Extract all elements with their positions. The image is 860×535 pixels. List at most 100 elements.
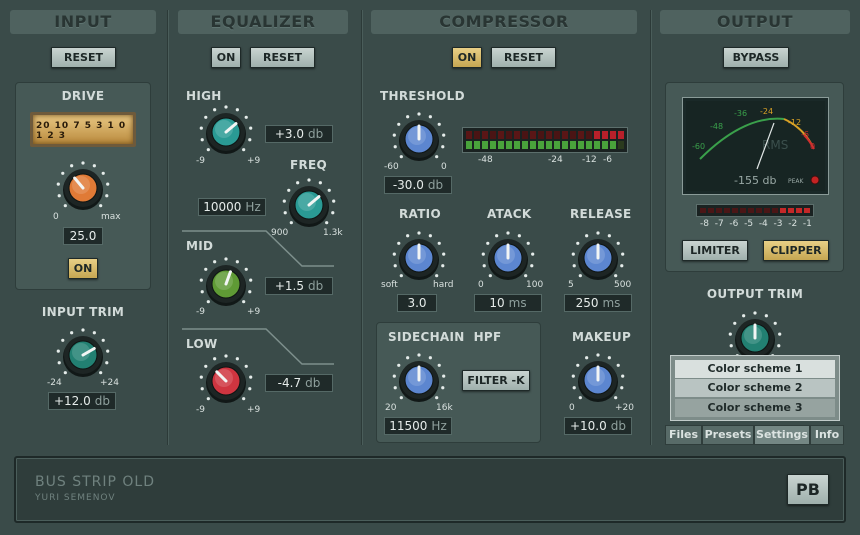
makeup-value[interactable]: +10.0 db <box>564 417 632 435</box>
attack-knob[interactable] <box>475 230 541 286</box>
eq-mid-knob[interactable] <box>193 256 259 312</box>
tab-files[interactable]: Files <box>665 425 702 445</box>
output-meter-tick: -5 <box>744 219 754 229</box>
release-knob[interactable] <box>565 230 631 286</box>
divider <box>167 10 168 445</box>
makeup-knob[interactable] <box>565 352 631 408</box>
tab-settings[interactable]: Settings <box>754 425 810 445</box>
input-trim-min-label: -24 <box>47 378 62 388</box>
threshold-label: THRESHOLD <box>380 89 465 103</box>
vu-tick-label: -12 <box>788 118 801 127</box>
bypass-button[interactable]: BYPASS <box>723 47 789 68</box>
meter-segment <box>756 208 762 213</box>
menu-item-color-scheme-1[interactable]: Color scheme 1 <box>675 360 835 378</box>
input-trim-knob[interactable] <box>50 327 116 383</box>
meter-segment <box>514 141 520 149</box>
eq-freq-knob[interactable] <box>276 177 342 233</box>
meter-segment <box>610 131 616 139</box>
comp-reset-button[interactable]: RESET <box>491 47 556 68</box>
meter-segment <box>546 131 552 139</box>
meter-segment <box>610 141 616 149</box>
eq-low-min-label: -9 <box>196 405 205 415</box>
menu-item-color-scheme-3[interactable]: Color scheme 3 <box>675 399 835 417</box>
output-meter-tick: -6 <box>729 219 739 229</box>
meter-segment <box>554 141 560 149</box>
eq-on-button[interactable]: ON <box>211 47 241 68</box>
release-value[interactable]: 250 ms <box>564 294 632 312</box>
vu-tick-label: -48 <box>710 122 723 131</box>
release-unit: ms <box>602 296 621 310</box>
tab-info[interactable]: Info <box>810 425 844 445</box>
drive-knob[interactable] <box>50 160 116 216</box>
meter-segment <box>764 208 770 213</box>
drive-value[interactable]: 25.0 <box>63 227 103 245</box>
sidechain-label: SIDECHAIN HPF <box>388 330 502 344</box>
meter-segment <box>594 131 600 139</box>
meter-segment <box>522 131 528 139</box>
meter-segment <box>748 208 754 213</box>
eq-low-value[interactable]: -4.7 db <box>265 374 333 392</box>
clipper-button[interactable]: CLIPPER <box>763 240 829 261</box>
sidechain-unit: Hz <box>431 419 447 433</box>
meter-segment <box>482 141 488 149</box>
threshold-knob[interactable] <box>386 111 452 167</box>
eq-high-value[interactable]: +3.0 db <box>265 125 333 143</box>
sidechain-value[interactable]: 11500 Hz <box>384 417 452 435</box>
drive-max-label: max <box>101 212 121 222</box>
drive-on-button[interactable]: ON <box>68 258 98 279</box>
output-meter-tick: -1 <box>802 219 812 229</box>
attack-label: ATACK <box>487 207 532 221</box>
threshold-value[interactable]: -30.0 db <box>384 176 452 194</box>
sidechain-knob[interactable] <box>386 352 452 408</box>
meter-segment <box>482 131 488 139</box>
attack-value[interactable]: 10 ms <box>474 294 542 312</box>
section-compressor-header: COMPRESSOR <box>371 10 637 34</box>
ratio-value[interactable]: 3.0 <box>397 294 437 312</box>
eq-low-max-label: +9 <box>247 405 261 415</box>
eq-freq-number: 10000 <box>203 200 242 214</box>
threshold-unit: db <box>427 178 444 192</box>
menu-item-color-scheme-2[interactable]: Color scheme 2 <box>675 379 835 397</box>
meter-segment <box>466 141 472 149</box>
tab-presets[interactable]: Presets <box>702 425 754 445</box>
input-reset-button[interactable]: RESET <box>51 47 116 68</box>
meter-segment <box>716 208 722 213</box>
meter-segment <box>530 141 536 149</box>
eq-mid-unit: db <box>307 279 324 293</box>
vu-tick-label: 0 <box>810 142 815 151</box>
limiter-button[interactable]: LIMITER <box>682 240 748 261</box>
eq-low-knob[interactable] <box>193 353 259 409</box>
attack-unit: ms <box>508 296 527 310</box>
eq-freq-unit: Hz <box>245 200 261 214</box>
makeup-unit: db <box>610 419 626 433</box>
eq-freq-value[interactable]: 10000 Hz <box>198 198 266 216</box>
ratio-knob[interactable] <box>386 230 452 286</box>
output-level-meter <box>696 204 814 217</box>
makeup-label: MAKEUP <box>572 330 632 344</box>
eq-reset-button[interactable]: RESET <box>250 47 315 68</box>
meter-segment <box>578 131 584 139</box>
vu-tick-label: -24 <box>760 107 773 116</box>
meter-segment <box>700 208 706 213</box>
meter-segment <box>804 208 810 213</box>
eq-mid-min-label: -9 <box>196 307 205 317</box>
gain-reduction-meter <box>462 127 628 153</box>
meter-segment <box>490 141 496 149</box>
meter-segment <box>474 131 480 139</box>
input-trim-value[interactable]: +12.0 db <box>48 392 116 410</box>
vu-readout: -155 db <box>734 174 776 187</box>
release-label: RELEASE <box>570 207 632 221</box>
meter-segment <box>570 131 576 139</box>
eq-mid-value[interactable]: +1.5 db <box>265 277 333 295</box>
meter-segment <box>498 141 504 149</box>
filter-k-button[interactable]: FILTER -K <box>462 370 530 391</box>
section-input-header: INPUT <box>10 10 156 34</box>
eq-high-knob[interactable] <box>193 104 259 160</box>
ratio-label: RATIO <box>399 207 441 221</box>
comp-on-button[interactable]: ON <box>452 47 482 68</box>
meter-segment <box>506 141 512 149</box>
eq-low-unit: db <box>305 376 321 390</box>
meter-segment <box>732 208 738 213</box>
gr-tick: -24 <box>548 155 563 165</box>
pb-button[interactable]: PB <box>787 474 829 505</box>
